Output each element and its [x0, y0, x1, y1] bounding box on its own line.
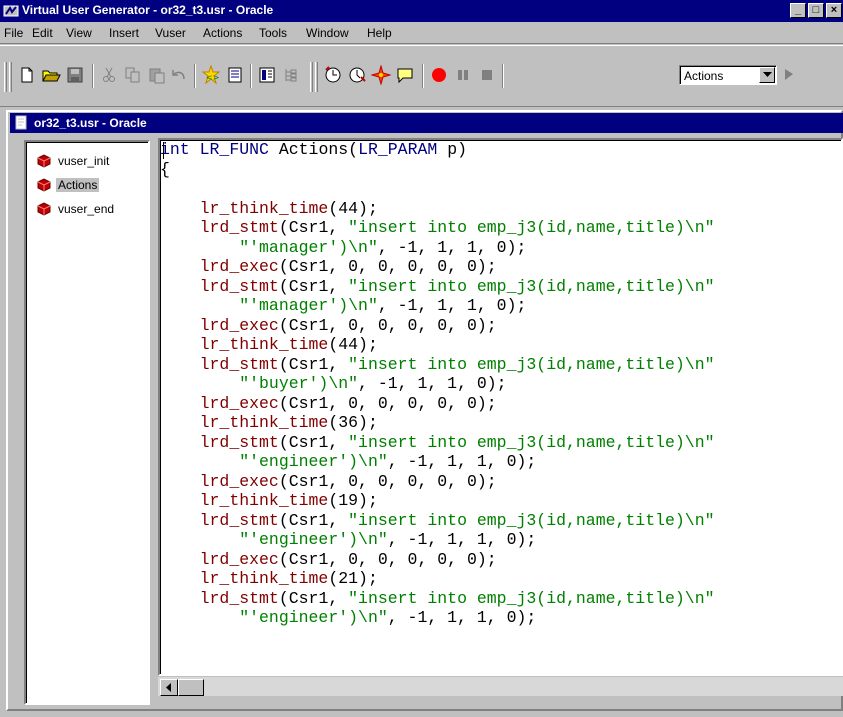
menu-actions[interactable]: Actions: [203, 26, 242, 40]
menu-window[interactable]: Window: [306, 26, 349, 40]
copy-icon[interactable]: [122, 64, 144, 86]
tree-item-vuser-end[interactable]: vuser_end: [36, 200, 116, 218]
window-title: Virtual User Generator - or32_t3.usr - O…: [22, 3, 274, 17]
code-content: int LR_FUNC Actions(LR_PARAM p){ lr_thin…: [160, 140, 715, 628]
tree-item-actions[interactable]: Actions: [36, 176, 100, 194]
undo-icon[interactable]: [168, 64, 190, 86]
toolbar-separator: [250, 64, 252, 88]
section-icon: [37, 154, 51, 168]
code-line: lr_think_time(19);: [199, 491, 378, 510]
code-line: "'manager')\n", -1, 1, 1, 0);: [239, 237, 527, 257]
tree-item-vuser-init[interactable]: vuser_init: [36, 152, 111, 170]
code-line: lrd_exec(Csr1, 0, 0, 0, 0, 0);: [199, 315, 497, 335]
text-caret: [163, 142, 164, 159]
code-line: lr_think_time(44);: [199, 198, 378, 218]
toolbar-grip[interactable]: [4, 62, 7, 92]
restore-button[interactable]: □: [808, 3, 824, 18]
run-step-icon[interactable]: [346, 64, 368, 86]
chevron-down-icon[interactable]: [759, 67, 775, 83]
arrow-left-icon: [166, 683, 171, 692]
cut-icon[interactable]: [98, 64, 120, 86]
menu-help[interactable]: Help: [367, 26, 392, 40]
toolbar-grip[interactable]: [310, 62, 313, 92]
new-icon[interactable]: [16, 64, 38, 86]
scroll-thumb[interactable]: [178, 679, 204, 696]
code-line: lr_think_time(21);: [199, 569, 378, 588]
code-line: int LR_FUNC Actions(LR_PARAM p): [160, 140, 467, 159]
vugen-app-icon: [3, 5, 19, 17]
document-icon: [15, 115, 27, 130]
minimize-button[interactable]: _: [790, 3, 806, 18]
menu-tools[interactable]: Tools: [259, 26, 287, 40]
pause-icon[interactable]: [452, 64, 474, 86]
toolbar-grip[interactable]: [315, 62, 318, 92]
code-line: lrd_stmt(Csr1, "insert into emp_j3(id,na…: [199, 588, 715, 608]
menu-file[interactable]: File: [4, 26, 23, 40]
compile-icon[interactable]: <>: [200, 64, 222, 86]
actions-dropdown[interactable]: Actions: [679, 65, 777, 85]
document-title: or32_t3.usr - Oracle: [34, 116, 147, 130]
code-line: lrd_exec(Csr1, 0, 0, 0, 0, 0);: [199, 549, 497, 569]
tree-view-icon[interactable]: [256, 64, 278, 86]
code-line: lrd_stmt(Csr1, "insert into emp_j3(id,na…: [199, 218, 715, 237]
code-line: "'buyer')\n", -1, 1, 1, 0);: [239, 374, 507, 393]
comment-icon[interactable]: [394, 64, 416, 86]
close-button[interactable]: ×: [826, 3, 842, 18]
toolbar-separator: [422, 64, 424, 88]
tree-item-label: vuser_end: [58, 202, 115, 216]
code-line: lrd_exec(Csr1, 0, 0, 0, 0, 0);: [199, 257, 497, 276]
stop-icon[interactable]: [476, 64, 498, 86]
breakpoint-icon[interactable]: [370, 64, 392, 86]
code-line: lr_think_time(44);: [199, 335, 378, 354]
sections-tree: vuser_init Actions vuser_end: [24, 140, 150, 705]
code-line: lrd_stmt(Csr1, "insert into emp_j3(id,na…: [199, 510, 715, 530]
section-icon: [37, 178, 51, 192]
code-line: "'engineer')\n", -1, 1, 1, 0);: [239, 452, 537, 471]
save-disk-icon[interactable]: [64, 64, 86, 86]
code-line: lr_think_time(36);: [199, 413, 378, 432]
window-titlebar[interactable]: Virtual User Generator - or32_t3.usr - O…: [0, 0, 843, 22]
toolbar-separator: [194, 64, 196, 88]
script-view-icon[interactable]: [224, 64, 246, 86]
horizontal-scrollbar[interactable]: [158, 676, 843, 696]
svg-text:<>: <>: [206, 73, 219, 82]
menu-edit[interactable]: Edit: [32, 26, 53, 40]
browser-icon[interactable]: [779, 64, 801, 86]
actions-dropdown-value: Actions: [684, 69, 724, 83]
scroll-left-button[interactable]: [160, 679, 178, 696]
code-line: {: [160, 159, 170, 179]
record-clock-icon[interactable]: [322, 64, 344, 86]
document-titlebar[interactable]: or32_t3.usr - Oracle: [10, 113, 843, 133]
code-line: lrd_exec(Csr1, 0, 0, 0, 0, 0);: [199, 471, 497, 491]
menu-insert[interactable]: Insert: [109, 26, 139, 40]
start-recording-icon[interactable]: [428, 64, 450, 86]
menu-view[interactable]: View: [66, 26, 92, 40]
toolbar-grip[interactable]: [9, 62, 12, 92]
code-line: "'manager')\n", -1, 1, 1, 0);: [239, 296, 527, 315]
toolbar: <> Actions: [0, 45, 843, 107]
section-icon: [37, 202, 51, 216]
show-tree-icon[interactable]: [280, 64, 302, 86]
code-line: lrd_exec(Csr1, 0, 0, 0, 0, 0);: [199, 393, 497, 413]
toolbar-separator: [92, 64, 94, 88]
code-line: lrd_stmt(Csr1, "insert into emp_j3(id,na…: [199, 432, 715, 452]
code-editor[interactable]: int LR_FUNC Actions(LR_PARAM p){ lr_thin…: [158, 138, 843, 676]
menu-vuser[interactable]: Vuser: [155, 26, 186, 40]
code-line: "'engineer')\n", -1, 1, 1, 0);: [239, 530, 537, 549]
tree-item-label: vuser_init: [58, 154, 110, 168]
menu-bar: File Edit View Insert Vuser Actions Tool…: [0, 22, 843, 44]
toolbar-separator: [502, 64, 504, 88]
paste-icon[interactable]: [146, 64, 168, 86]
code-line: lrd_stmt(Csr1, "insert into emp_j3(id,na…: [199, 276, 715, 296]
code-line: lrd_stmt(Csr1, "insert into emp_j3(id,na…: [199, 354, 715, 374]
code-line: "'engineer')\n", -1, 1, 1, 0);: [239, 608, 537, 627]
open-folder-icon[interactable]: [40, 64, 62, 86]
tree-item-label: Actions: [56, 178, 100, 192]
